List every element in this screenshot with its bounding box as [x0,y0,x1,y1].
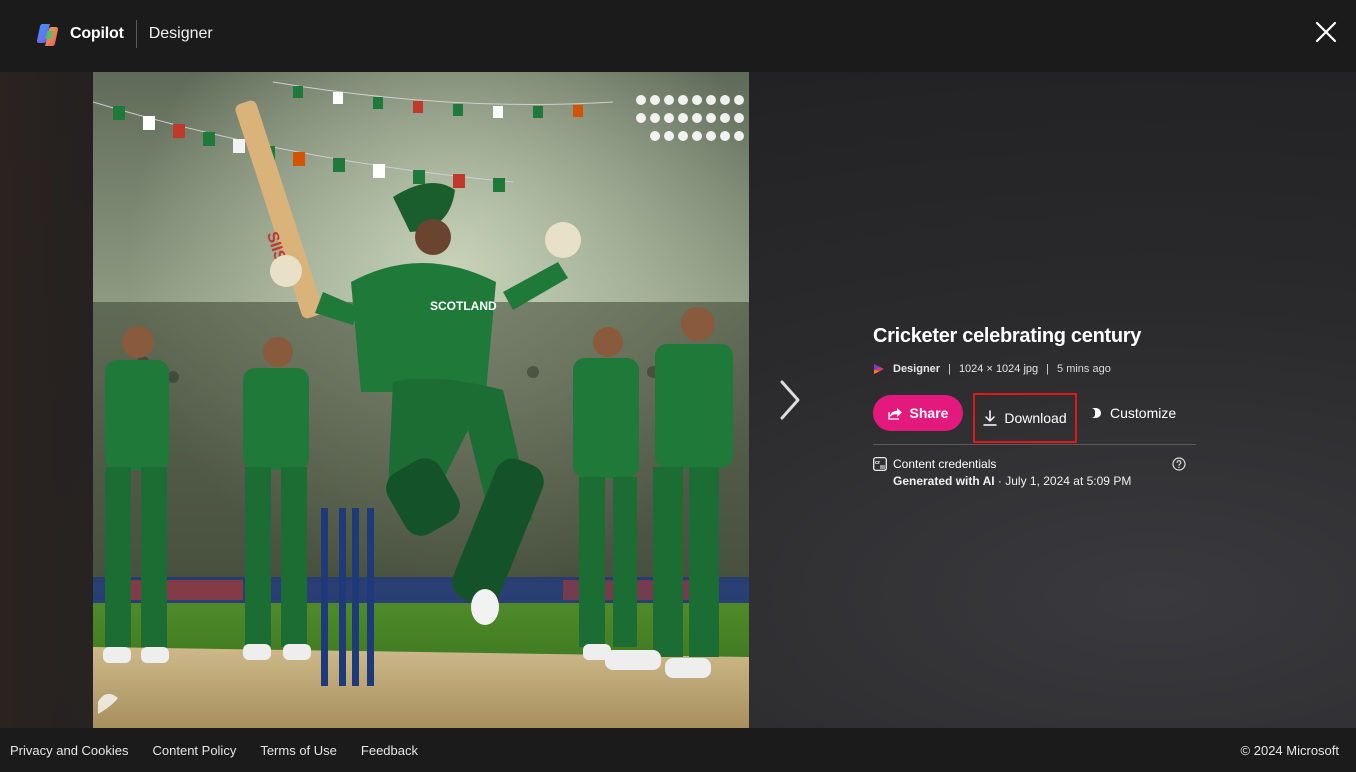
chevron-right-icon[interactable] [776,378,804,422]
image-title: Cricketer celebrating century [873,325,1142,347]
meta-separator: | [948,363,951,375]
meta-app-name: Designer [893,363,941,375]
download-icon [983,410,998,426]
generated-date: · July 1, 2024 at 5:09 PM [994,474,1132,488]
generated-with-ai: Generated with AI [893,474,995,488]
svg-text:cr: cr [875,460,881,466]
credentials-header: cr Content credentials [873,456,1196,472]
customize-label: Customize [1110,405,1177,421]
content-credentials: cr Content credentials Generated with AI… [873,456,1196,488]
footer: Privacy and Cookies Content Policy Terms… [0,728,1356,772]
brand-name: Copilot [70,25,124,42]
share-icon [887,407,902,420]
copyright: © 2024 Microsoft [1240,743,1339,758]
share-button[interactable]: Share [873,395,963,431]
meta-time-ago: 5 mins ago [1057,363,1111,375]
credentials-label: Content credentials [893,457,997,471]
terms-of-use-link[interactable]: Terms of Use [260,743,337,758]
copilot-logo-icon [36,23,59,47]
help-icon[interactable] [1172,457,1186,471]
footer-links: Privacy and Cookies Content Policy Terms… [10,743,442,758]
brand-divider [135,20,137,48]
jersey-text: SCOTLAND [430,299,497,313]
designer-icon [874,364,884,374]
divider [873,444,1196,445]
product-name: Designer [148,25,213,42]
meta-separator: | [1046,363,1050,375]
image-meta: Designer | 1024 × 1024 jpg | 5 mins ago [873,360,1203,378]
download-label: Download [1004,410,1067,426]
meta-file-info: 1024 × 1024 jpg [958,363,1039,375]
action-bar: Share Download Customize [873,393,1203,443]
share-label: Share [909,405,949,421]
image-viewer: SIIS SCOTLAND Cricketer celebrating cent… [0,72,1356,728]
content-policy-link[interactable]: Content Policy [153,743,237,758]
feedback-link[interactable]: Feedback [361,743,418,758]
privacy-link[interactable]: Privacy and Cookies [10,743,129,758]
customize-button[interactable]: Customize [1089,395,1176,431]
brand[interactable]: Copilot Designer [36,20,213,48]
image-details: Cricketer celebrating century Designer |… [873,322,1203,443]
customize-icon [1091,407,1101,418]
generated-image[interactable]: SIIS SCOTLAND [93,72,749,728]
download-button[interactable]: Download [973,393,1077,443]
close-icon[interactable] [1314,20,1338,44]
content-credentials-icon: cr [873,457,887,471]
credentials-details: Generated with AI · July 1, 2024 at 5:09… [893,474,1196,488]
header: Copilot Designer [0,0,1356,72]
